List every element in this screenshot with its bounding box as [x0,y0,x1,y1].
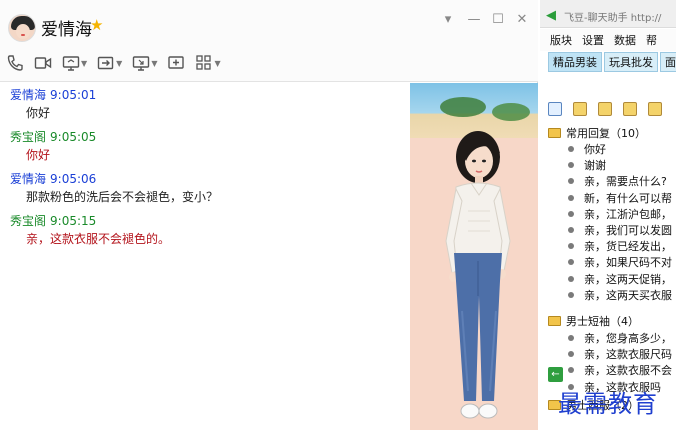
message-text: 亲，这款衣服不会褪色的。 [26,232,171,246]
bullet-icon [568,210,574,217]
category-tabs: 精品男装 玩具批发 面 [548,52,676,72]
message-sender: 秀宝阁 [10,130,47,144]
message: 秀宝阁 9:05:05 你好 [10,129,410,165]
message-time: 9:05:01 [50,88,97,102]
menu-item-section[interactable]: 版块 [550,32,572,48]
contact-name[interactable]: 爱情海 [41,15,92,40]
folder-icon [548,127,561,138]
chat-header: 爱情海 ★ ▾ — ☐ ✕ ▼ ▼ ▼ ▼ [0,0,538,82]
helper-title: 飞豆-聊天助手 http:// [564,13,662,24]
chat-window: 爱情海 ★ ▾ — ☐ ✕ ▼ ▼ ▼ ▼ 爱情海 9:05:01 你好 秀宝阁… [0,0,538,430]
bullet-icon [568,259,574,266]
tree-item[interactable]: 亲，您身高多少， [548,330,676,346]
close-button[interactable]: ✕ [514,12,530,28]
message: 秀宝阁 9:05:15 亲，这款衣服不会褪色的。 [10,213,410,249]
message-time: 9:05:06 [50,172,97,186]
file-transfer-icon[interactable]: ▼ [97,54,122,72]
tree-view-icon[interactable] [548,102,562,116]
folder-icon [548,316,561,327]
message-time: 9:05:05 [50,130,97,144]
tab-toys[interactable]: 玩具批发 [604,52,658,72]
watermark: 最需教育 [558,390,658,418]
message-text: 你好 [26,106,51,120]
tree-group[interactable]: 男士短袖（4） [548,313,676,330]
bullet-icon [568,162,574,169]
tab-more[interactable]: 面 [660,52,676,72]
screen-share-icon[interactable]: ▼ [62,54,87,72]
message-sender: 爱情海 [10,88,47,102]
message-text: 你好 [26,148,51,162]
star-icon[interactable]: ★ [90,16,103,34]
menu-item-data[interactable]: 数据 [614,32,636,48]
add-item-icon[interactable] [648,102,662,116]
bullet-icon [568,194,574,201]
message-sender: 爱情海 [10,172,47,186]
tree-item[interactable]: 谢谢 [548,157,676,173]
remote-desktop-icon[interactable]: ▼ [132,54,157,72]
tab-menswear[interactable]: 精品男装 [548,52,602,72]
tree-item[interactable]: 亲，我们可以发圆 [548,222,676,238]
menu-item-settings[interactable]: 设置 [582,32,604,48]
bullet-icon [568,367,574,374]
message-text: 那款粉色的洗后会不会褪色，变小？ [26,190,219,204]
minimize-button[interactable]: — [466,12,482,28]
tree-item[interactable]: 亲，这两天促销， [548,271,676,287]
tree-item[interactable]: 亲，货已经发出， [548,238,676,254]
apps-grid-icon[interactable]: ▼ [195,54,221,72]
message: 爱情海 9:05:06 那款粉色的洗后会不会褪色，变小？ [10,171,410,207]
message-sender: 秀宝阁 [10,214,47,228]
tree-item[interactable]: 亲，这款衣服尺码 [548,346,676,362]
contact-show-panel [410,83,538,430]
bullet-icon [568,334,574,341]
menu-dropdown-icon[interactable]: ▾ [440,12,456,28]
menu-item-help[interactable]: 帮 [646,32,657,48]
message-list[interactable]: 爱情海 9:05:01 你好 秀宝阁 9:05:05 你好 爱情海 9:05:06 那… [0,83,410,430]
chat-helper-window: ◀ 飞豆-聊天助手 http:// 版块 设置 数据 帮 精品男装 玩具批发 面… [540,0,676,430]
bullet-icon [568,243,574,250]
bullet-icon [568,146,574,153]
helper-menubar: 版块 设置 数据 帮 [540,29,676,51]
tree-item[interactable]: 亲，江浙沪包邮， [548,206,676,222]
tree-item[interactable]: 亲，需要点什么? [548,173,676,189]
bullet-icon [568,351,574,358]
tree-group[interactable]: 常用回复（10） [548,124,676,141]
bullet-icon [568,178,574,185]
tree-item[interactable]: 亲，这两天买衣服 [548,287,676,303]
helper-titlebar: ◀ 飞豆-聊天助手 http:// [540,0,676,28]
insert-reply-button[interactable]: ← [548,367,563,382]
contact-avatar[interactable] [8,14,36,42]
tree-item[interactable]: 亲，如果尺码不对 [548,254,676,270]
bullet-icon [568,227,574,234]
message: 爱情海 9:05:01 你好 [10,87,410,123]
phone-icon[interactable] [6,54,24,72]
bullet-icon [568,291,574,298]
tree-item[interactable]: 亲，这款衣服不会 [548,362,676,378]
maximize-button[interactable]: ☐ [490,12,506,28]
message-time: 9:05:15 [50,214,97,228]
edit-folder-icon[interactable] [598,102,612,116]
chat-toolbar: ▼ ▼ ▼ ▼ [6,52,231,74]
helper-icon-toolbar [548,102,673,116]
reply-tree[interactable]: 常用回复（10） 你好 谢谢 亲，需要点什么? 新，有什么可以帮 亲，江浙沪包邮… [548,124,676,414]
open-folder-icon[interactable] [623,102,637,116]
tree-item[interactable]: 新，有什么可以帮 [548,190,676,206]
back-arrow-icon[interactable]: ◀ [546,8,556,23]
video-icon[interactable] [34,54,52,72]
desktop: 爱情海 ★ ▾ — ☐ ✕ ▼ ▼ ▼ ▼ 爱情海 9:05:01 你好 秀宝阁… [0,0,676,430]
bullet-icon [568,275,574,282]
new-window-icon[interactable] [167,54,185,72]
add-folder-icon[interactable] [573,102,587,116]
tree-item[interactable]: 你好 [548,141,676,157]
avatar-figure [445,131,511,419]
